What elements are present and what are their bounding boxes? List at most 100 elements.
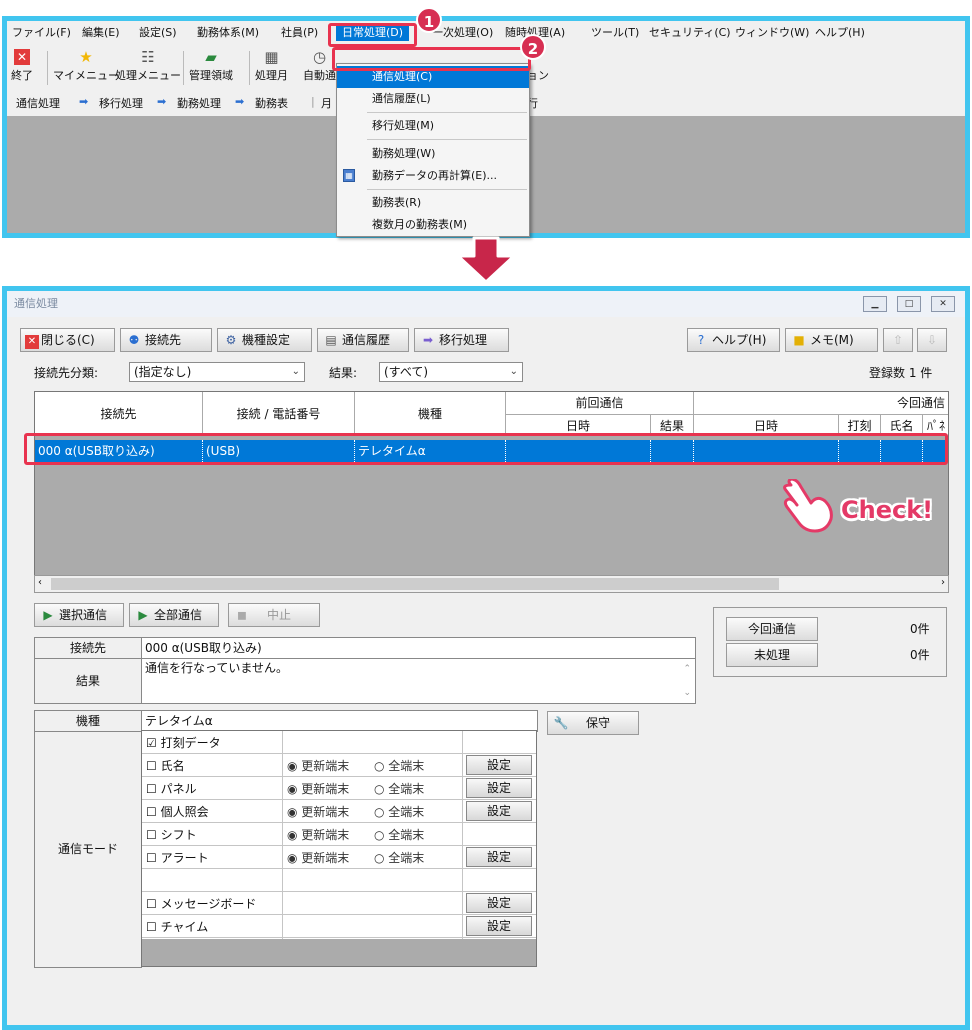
- menu-settings[interactable]: 設定(S): [139, 24, 177, 40]
- alert-checkbox[interactable]: ☐ アラート: [146, 849, 209, 866]
- col-phone[interactable]: 接続 / 電話番号: [203, 392, 355, 437]
- gear-icon: ⚙: [225, 333, 237, 347]
- comm-history-button[interactable]: ▤ 通信履歴: [317, 328, 409, 352]
- daily-dropdown-menu: 通信処理(C) 通信履歴(L) 移行処理(M) 勤務処理(W) ▦ 勤務データの…: [336, 63, 530, 237]
- minimize-button[interactable]: ▁: [863, 296, 887, 312]
- chevron-down-icon: ⌄: [291, 366, 300, 377]
- window-title: 通信処理: [7, 291, 965, 317]
- message-board-checkbox[interactable]: ☐ メッセージボード: [146, 895, 256, 912]
- connection-button[interactable]: ⚉ 接続先: [120, 328, 212, 352]
- alert-setting-button[interactable]: 設定: [466, 847, 532, 867]
- dd-worksheet[interactable]: 勤務表(R): [337, 192, 529, 214]
- category-label: 接続先分類:: [34, 366, 99, 380]
- dd-multi-month[interactable]: 複数月の勤務表(M): [337, 214, 529, 236]
- close-button[interactable]: ✕ 閉じる(C): [20, 328, 115, 352]
- panel-radio-all[interactable]: ○ 全端末: [374, 780, 424, 797]
- chime-checkbox[interactable]: ☐ チャイム: [146, 918, 208, 935]
- network-icon: ⚉: [128, 333, 140, 347]
- result-select[interactable]: (すべて) ⌄: [379, 362, 523, 382]
- help-button[interactable]: ? ヘルプ(H): [687, 328, 780, 352]
- chevron-up-icon[interactable]: ⌃: [683, 660, 691, 678]
- menu-edit[interactable]: 編集(E): [82, 24, 120, 40]
- message-board-setting-button[interactable]: 設定: [466, 893, 532, 913]
- dd-migrate[interactable]: 移行処理(M): [337, 115, 529, 137]
- move-up-button[interactable]: ⇧: [883, 328, 913, 352]
- maximize-button[interactable]: □: [897, 296, 921, 312]
- highlight-daily-menu: [328, 23, 417, 47]
- stamp-checkbox[interactable]: ☑ 打刻データ: [146, 734, 221, 751]
- inquiry-radio-all[interactable]: ○ 全端末: [374, 803, 424, 820]
- all-comm-button[interactable]: ▶ 全部通信: [129, 603, 219, 627]
- flow-worksheet[interactable]: 勤務表: [255, 95, 288, 111]
- arrow-up-icon: ⇧: [892, 333, 904, 347]
- menu-tools[interactable]: ツール(T): [591, 24, 639, 40]
- pending-count: 0件: [910, 648, 930, 662]
- chime-setting-button[interactable]: 設定: [466, 916, 532, 936]
- maintenance-button[interactable]: 🔧 保守: [547, 711, 639, 735]
- flow-work[interactable]: 勤務処理: [177, 95, 221, 111]
- chevron-down-icon[interactable]: ⌄: [683, 684, 691, 702]
- panel-checkbox[interactable]: ☐ パネル: [146, 780, 197, 797]
- menu-employee[interactable]: 社員(P): [281, 24, 318, 40]
- shift-checkbox[interactable]: ☐ シフト: [146, 826, 197, 843]
- menu-work-system[interactable]: 勤務体系(M): [197, 24, 259, 40]
- dd-work-process[interactable]: 勤務処理(W): [337, 143, 529, 165]
- menu-security[interactable]: セキュリティ(C): [649, 24, 731, 40]
- dest-value: 000 α(USB取り込み): [141, 637, 696, 659]
- alert-radio-all[interactable]: ○ 全端末: [374, 849, 424, 866]
- shift-radio-all[interactable]: ○ 全端末: [374, 826, 424, 843]
- model-settings-button[interactable]: ⚙ 機種設定: [217, 328, 312, 352]
- flow-migrate[interactable]: 移行処理: [99, 95, 143, 111]
- process-month-button[interactable]: ▦ 処理月: [255, 47, 288, 83]
- select-comm-button[interactable]: ▶ 選択通信: [34, 603, 124, 627]
- horizontal-scrollbar[interactable]: ‹ ›: [34, 575, 949, 593]
- pending-label: 未処理: [726, 643, 818, 667]
- category-select[interactable]: (指定なし) ⌄: [129, 362, 305, 382]
- inquiry-radio-update[interactable]: ◉ 更新端末: [287, 803, 349, 820]
- my-menu-button[interactable]: ★ マイメニュー: [53, 47, 119, 83]
- col-model[interactable]: 機種: [355, 392, 506, 437]
- stop-button[interactable]: ◼ 中止: [228, 603, 320, 627]
- close-icon: ✕: [25, 335, 39, 349]
- inquiry-checkbox[interactable]: ☐ 個人照会: [146, 803, 209, 820]
- move-down-button[interactable]: ⇩: [917, 328, 947, 352]
- comm-option-button[interactable]: 通信オプション: [529, 67, 549, 83]
- process-menu-button[interactable]: ☷ 処理メニュー: [115, 47, 181, 83]
- close-window-button[interactable]: ✕: [931, 296, 955, 312]
- exit-button[interactable]: ✕ 終了: [11, 47, 33, 83]
- flow-month[interactable]: 月: [321, 95, 332, 111]
- step-badge-1: 1: [416, 7, 442, 33]
- name-radio-update[interactable]: ◉ 更新端末: [287, 757, 349, 774]
- chevron-right-icon[interactable]: ›: [941, 577, 945, 588]
- dd-comm-history[interactable]: 通信履歴(L): [337, 88, 529, 110]
- inquiry-setting-button[interactable]: 設定: [466, 801, 532, 821]
- name-checkbox[interactable]: ☐ 氏名: [146, 757, 185, 774]
- col-dest[interactable]: 接続先: [35, 392, 203, 437]
- name-radio-all[interactable]: ○ 全端末: [374, 757, 424, 774]
- flow-comm[interactable]: 通信処理: [16, 95, 60, 111]
- chevron-down-icon: ⌄: [509, 366, 518, 377]
- name-setting-button[interactable]: 設定: [466, 755, 532, 775]
- menu-primary[interactable]: 一次処理(O): [432, 24, 493, 40]
- wrench-icon: 🔧: [553, 716, 569, 730]
- menu-window[interactable]: ウィンドウ(W): [735, 24, 809, 40]
- comm-mode-label: 通信モード: [34, 731, 142, 968]
- menu-help[interactable]: ヘルプ(H): [815, 24, 865, 40]
- migrate-button[interactable]: ➡ 移行処理: [414, 328, 509, 352]
- calculator-icon: ▦: [343, 169, 355, 182]
- document-icon: ▤: [325, 333, 337, 347]
- scroll-thumb[interactable]: [51, 578, 779, 590]
- result-label: 結果: [34, 658, 142, 704]
- folder-icon: ▰: [205, 48, 217, 66]
- menu-file[interactable]: ファイル(F): [12, 24, 71, 40]
- chevron-left-icon[interactable]: ‹: [38, 577, 42, 588]
- panel-setting-button[interactable]: 設定: [466, 778, 532, 798]
- shift-radio-update[interactable]: ◉ 更新端末: [287, 826, 349, 843]
- dd-recalc[interactable]: ▦ 勤務データの再計算(E)...: [337, 165, 529, 187]
- memo-button[interactable]: ■ メモ(M): [785, 328, 878, 352]
- management-area-button[interactable]: ▰ 管理領域: [189, 47, 233, 83]
- play-icon: ▶: [138, 608, 148, 622]
- panel-radio-update[interactable]: ◉ 更新端末: [287, 780, 349, 797]
- highlight-comm-item: [332, 47, 531, 71]
- alert-radio-update[interactable]: ◉ 更新端末: [287, 849, 349, 866]
